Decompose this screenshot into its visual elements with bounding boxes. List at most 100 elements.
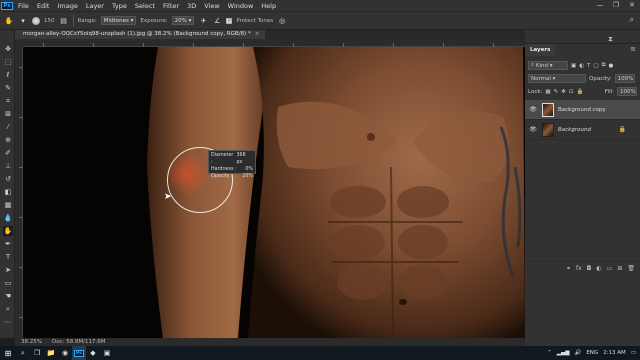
- chevron-down-icon[interactable]: ▾: [18, 16, 28, 26]
- fx-icon[interactable]: fx: [576, 265, 582, 272]
- close-tab-icon[interactable]: ×: [255, 31, 260, 37]
- tray-up-icon[interactable]: ⌃: [547, 350, 552, 356]
- zoom-tool-icon[interactable]: ⌕: [3, 304, 13, 314]
- angle-icon[interactable]: ∠: [212, 16, 222, 26]
- filter-kind-select[interactable]: ⌕ Kind ▾: [528, 61, 568, 70]
- healing-brush-tool-icon[interactable]: ⊕: [3, 135, 13, 145]
- lock-image-icon[interactable]: ✎: [554, 89, 559, 95]
- frame-tool-icon[interactable]: ⊠: [3, 109, 13, 119]
- volume-icon[interactable]: 🔊: [574, 350, 581, 356]
- fill-input[interactable]: 100%: [617, 87, 637, 96]
- burn-tool-preset-icon[interactable]: ✋: [4, 16, 14, 26]
- lock-artboard-icon[interactable]: ⊡: [569, 89, 574, 95]
- exposure-label: Exposure:: [140, 17, 168, 24]
- visibility-eye-icon[interactable]: 👁: [528, 106, 538, 113]
- menu-window[interactable]: Window: [224, 2, 258, 10]
- lock-transparent-icon[interactable]: ▦: [545, 89, 550, 95]
- blur-tool-icon[interactable]: 💧: [3, 213, 13, 223]
- visibility-eye-icon[interactable]: 👁: [528, 126, 538, 133]
- mouse-pointer-icon: ➤: [164, 192, 172, 202]
- opacity-input[interactable]: 100%: [614, 74, 635, 83]
- history-brush-tool-icon[interactable]: ↺: [3, 174, 13, 184]
- hand-tool-icon[interactable]: ☚: [3, 291, 13, 301]
- panel-menu-icon[interactable]: ≡: [630, 45, 636, 53]
- brush-tool-icon[interactable]: ✐: [3, 148, 13, 158]
- menu-file[interactable]: File: [14, 2, 33, 10]
- more-tools-icon[interactable]: ⋯: [3, 317, 13, 327]
- layers-tab[interactable]: Layers: [525, 44, 556, 56]
- doc-size: Doc: 58.8M/117.6M: [51, 339, 106, 345]
- filter-type-icon[interactable]: T: [587, 63, 590, 69]
- move-tool-icon[interactable]: ✥: [3, 44, 13, 54]
- airbrush-icon[interactable]: ✈: [198, 16, 208, 26]
- brush-preview-icon[interactable]: [32, 16, 40, 25]
- clock[interactable]: 2:13 AM: [603, 350, 626, 356]
- crop-tool-icon[interactable]: ⌗: [3, 96, 13, 106]
- type-tool-icon[interactable]: T: [3, 252, 13, 262]
- new-layer-icon[interactable]: ⊞: [617, 265, 622, 272]
- close-button[interactable]: ✕: [624, 0, 640, 11]
- pen-tool-icon[interactable]: ✒: [3, 239, 13, 249]
- add-mask-icon[interactable]: ◘: [587, 265, 592, 272]
- language-indicator[interactable]: ENG: [586, 350, 598, 356]
- link-layers-icon[interactable]: ⚭: [566, 265, 571, 272]
- document-tab[interactable]: morgan-alley-OQCsY5oiq98-unsplash (1).jp…: [15, 30, 266, 39]
- menu-image[interactable]: Image: [53, 2, 81, 10]
- search-icon[interactable]: ⌕: [630, 15, 634, 25]
- marquee-tool-icon[interactable]: ⬚: [3, 57, 13, 67]
- menu-filter[interactable]: Filter: [159, 2, 183, 10]
- menu-layer[interactable]: Layer: [82, 2, 108, 10]
- minimize-button[interactable]: —: [592, 0, 608, 11]
- lock-row: Lock: ▦ ✎ ✥ ⊡ 🔒 Fill: 100%: [528, 87, 637, 96]
- windows-start-icon[interactable]: ⊞: [0, 346, 16, 360]
- network-icon[interactable]: ▂▄▆: [557, 350, 570, 356]
- quick-select-tool-icon[interactable]: ✎: [3, 83, 13, 93]
- filter-smart-icon[interactable]: ⧉: [602, 62, 606, 69]
- system-tray: ⌃ ▂▄▆ 🔊 ENG 2:13 AM ▭: [547, 346, 640, 360]
- menu-help[interactable]: Help: [257, 2, 280, 10]
- chrome-icon[interactable]: ◉: [58, 346, 72, 360]
- lock-all-icon[interactable]: 🔒: [576, 89, 583, 95]
- filter-shape-icon[interactable]: ▢: [593, 63, 598, 69]
- search-icon[interactable]: ⌕: [16, 346, 30, 360]
- blend-mode-select[interactable]: Normal ▾: [528, 74, 586, 83]
- opacity-label: Opacity:: [589, 75, 612, 82]
- new-group-icon[interactable]: ▭: [607, 265, 613, 272]
- task-view-icon[interactable]: ❐: [30, 346, 44, 360]
- menu-select[interactable]: Select: [131, 2, 159, 10]
- filter-adjust-icon[interactable]: ◐: [579, 63, 584, 69]
- brush-panel-icon[interactable]: ▤: [59, 16, 69, 26]
- app-icon[interactable]: ◆: [86, 346, 100, 360]
- gradient-tool-icon[interactable]: ▦: [3, 200, 13, 210]
- filter-toggle-icon[interactable]: ●: [609, 63, 614, 69]
- lock-position-icon[interactable]: ✥: [561, 89, 566, 95]
- adjustment-layer-icon[interactable]: ◐: [596, 265, 601, 272]
- layer-row-background[interactable]: 👁 Background 🔒: [525, 120, 640, 140]
- path-selection-tool-icon[interactable]: ➤: [3, 265, 13, 275]
- app-icon-2[interactable]: ▣: [100, 346, 114, 360]
- filter-pixel-icon[interactable]: ▣: [571, 63, 576, 69]
- exposure-input[interactable]: 20% ▾: [171, 16, 195, 25]
- photoshop-taskbar-icon[interactable]: Ps: [72, 346, 86, 360]
- document-canvas[interactable]: Diameter :368 px Hardness :0% Opacity :2…: [23, 47, 525, 338]
- range-select[interactable]: Midtones ▾: [100, 16, 137, 25]
- rectangle-tool-icon[interactable]: ▭: [3, 278, 13, 288]
- notifications-icon[interactable]: ▭: [631, 350, 636, 356]
- eraser-tool-icon[interactable]: ◧: [3, 187, 13, 197]
- eyedropper-tool-icon[interactable]: ⁄: [3, 122, 13, 132]
- layer-row-background-copy[interactable]: 👁 Background copy: [525, 100, 640, 120]
- file-explorer-icon[interactable]: 📁: [44, 346, 58, 360]
- layer-thumbnail: [542, 122, 554, 137]
- menu-view[interactable]: View: [200, 2, 223, 10]
- menu-edit[interactable]: Edit: [33, 2, 54, 10]
- maximize-button[interactable]: ❐: [608, 0, 624, 11]
- protect-tones-checkbox[interactable]: ✓: [226, 17, 233, 24]
- menu-type[interactable]: Type: [108, 2, 131, 10]
- zoom-level[interactable]: 38.25%: [21, 339, 42, 345]
- trash-icon[interactable]: 🗑: [627, 265, 635, 272]
- lasso-tool-icon[interactable]: ℓ: [3, 70, 13, 80]
- clone-stamp-tool-icon[interactable]: ⊥: [3, 161, 13, 171]
- pressure-size-icon[interactable]: ◎: [277, 16, 287, 26]
- burn-tool-icon[interactable]: ✋: [3, 226, 13, 236]
- menu-3d[interactable]: 3D: [183, 2, 200, 10]
